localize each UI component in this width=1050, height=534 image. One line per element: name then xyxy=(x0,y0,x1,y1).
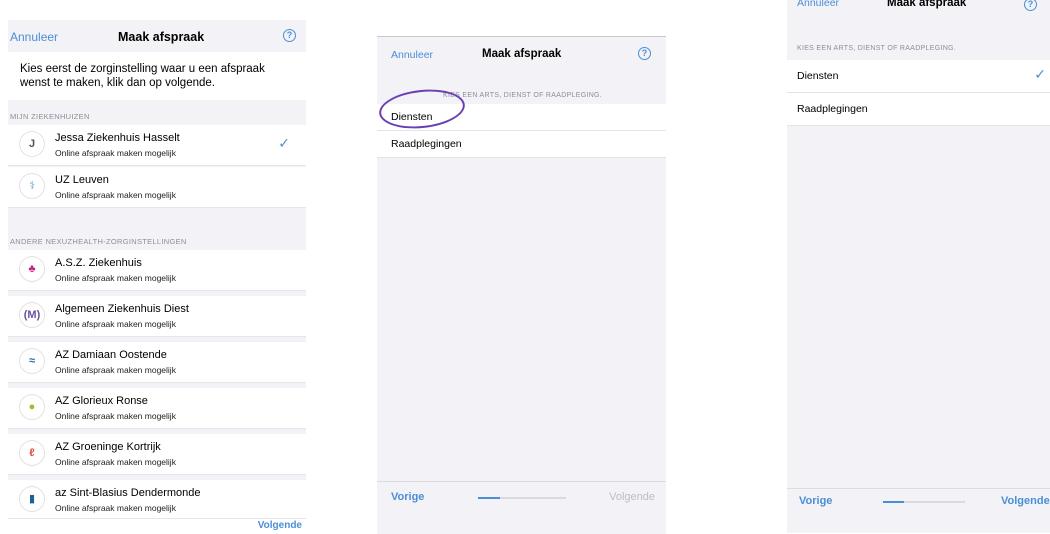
hospital-name: UZ Leuven xyxy=(55,174,109,186)
hospital-logo-icon: ♣ xyxy=(20,257,44,281)
hospital-name: Algemeen Ziekenhuis Diest xyxy=(55,303,189,315)
hospital-availability: Online afspraak maken mogelijk xyxy=(55,190,176,200)
nav-bar: Annuleer Maak afspraak ? xyxy=(787,0,1050,20)
next-button[interactable]: Volgende xyxy=(258,520,302,531)
hospital-row[interactable]: (M) Algemeen Ziekenhuis Diest Online afspr… xyxy=(8,296,306,337)
hospital-name: AZ Damiaan Oostende xyxy=(55,349,167,361)
section-header-other: ANDERE NEXUZHEALTH-ZORGINSTELLINGEN xyxy=(10,237,187,246)
checkmark-icon: ✓ xyxy=(1034,66,1046,82)
hospital-row[interactable]: ♣ A.S.Z. Ziekenhuis Online afspraak maken … xyxy=(8,250,306,291)
panel-choose-institution: Annuleer Maak afspraak ? Kies eerst de z… xyxy=(8,20,306,533)
hospital-availability: Online afspraak maken mogelijk xyxy=(55,273,176,283)
previous-button[interactable]: Vorige xyxy=(799,495,832,507)
next-button[interactable]: Volgende xyxy=(1001,495,1050,507)
hospital-name: az Sint-Blasius Dendermonde xyxy=(55,487,201,499)
hospital-logo-icon: ▮ xyxy=(20,487,44,511)
hospital-availability: Online afspraak maken mogelijk xyxy=(55,457,176,467)
cancel-button[interactable]: Annuleer xyxy=(10,30,58,44)
hospital-logo-icon: ● xyxy=(20,395,44,419)
progress-track xyxy=(478,497,566,499)
hospital-logo-icon: ⚕ xyxy=(20,174,44,198)
hospital-row[interactable]: ℓ AZ Groeninge Kortrijk Online afspraak ma… xyxy=(8,434,306,475)
option-raadplegingen[interactable]: Raadplegingen xyxy=(377,131,666,158)
progress-fill xyxy=(883,501,904,503)
hospital-row[interactable]: ▮ az Sint-Blasius Dendermonde Online afspr… xyxy=(8,480,306,521)
page-title: Maak afspraak xyxy=(482,48,562,60)
footer-bar: Vorige Volgende xyxy=(787,488,1050,533)
hospital-availability: Online afspraak maken mogelijk xyxy=(55,148,176,158)
checkmark-icon: ✓ xyxy=(278,135,290,151)
option-label: Raadplegingen xyxy=(797,103,868,115)
option-label: Diensten xyxy=(797,70,839,82)
section-header-mine: MIJN ZIEKENHUIZEN xyxy=(10,112,90,121)
hospital-availability: Online afspraak maken mogelijk xyxy=(55,365,176,375)
previous-button[interactable]: Vorige xyxy=(391,491,424,503)
hospital-name: Jessa Ziekenhuis Hasselt xyxy=(55,132,180,144)
hospital-row[interactable]: J Jessa Ziekenhuis Hasselt Online afspraak… xyxy=(8,125,306,166)
hospital-logo-icon: ℓ xyxy=(20,441,44,465)
hospital-row[interactable]: ● AZ Glorieux Ronse Online afspraak maken … xyxy=(8,388,306,429)
nav-bar: Annuleer Maak afspraak ? xyxy=(377,37,666,75)
question-circle-icon[interactable]: ? xyxy=(283,29,296,42)
question-circle-icon[interactable]: ? xyxy=(638,47,651,60)
question-circle-icon[interactable]: ? xyxy=(1024,0,1037,11)
section-header: KIES EEN ARTS, DIENST OF RAADPLEGING. xyxy=(797,45,957,52)
hospital-availability: Online afspraak maken mogelijk xyxy=(55,503,176,513)
footer-bar: Volgende xyxy=(8,518,306,533)
cancel-button[interactable]: Annuleer xyxy=(391,49,433,61)
progress-fill xyxy=(478,497,500,499)
option-diensten[interactable]: Diensten ✓ xyxy=(787,60,1050,93)
page-title: Maak afspraak xyxy=(887,0,967,9)
option-raadplegingen[interactable]: Raadplegingen xyxy=(787,93,1050,126)
hospital-name: AZ Groeninge Kortrijk xyxy=(55,441,161,453)
hospital-row[interactable]: ⚕ UZ Leuven Online afspraak maken mogelijk xyxy=(8,167,306,208)
section-header: KIES EEN ARTS, DIENST OF RAADPLEGING. xyxy=(443,92,603,99)
hospital-name: AZ Glorieux Ronse xyxy=(55,395,148,407)
hospital-availability: Online afspraak maken mogelijk xyxy=(55,319,176,329)
option-label: Raadplegingen xyxy=(391,138,462,150)
next-button[interactable]: Volgende xyxy=(609,491,655,503)
hospital-name: A.S.Z. Ziekenhuis xyxy=(55,257,142,269)
hospital-availability: Online afspraak maken mogelijk xyxy=(55,411,176,421)
panel-choose-type: Annuleer Maak afspraak ? KIES EEN ARTS, … xyxy=(377,36,666,534)
page-title: Maak afspraak xyxy=(118,30,205,44)
hospital-logo-icon: J xyxy=(20,132,44,156)
hospital-logo-icon: ≈ xyxy=(20,349,44,373)
progress-track xyxy=(883,501,965,503)
hospital-logo-icon: (M) xyxy=(20,303,44,327)
footer-bar: Vorige Volgende xyxy=(377,481,666,534)
panel-choose-type-selected: Annuleer Maak afspraak ? KIES EEN ARTS, … xyxy=(787,0,1050,533)
hospital-row[interactable]: ≈ AZ Damiaan Oostende Online afspraak make… xyxy=(8,342,306,383)
intro-text: Kies eerst de zorginstelling waar u een … xyxy=(8,52,306,100)
cancel-button[interactable]: Annuleer xyxy=(797,0,839,9)
nav-bar: Annuleer Maak afspraak ? xyxy=(8,20,306,52)
